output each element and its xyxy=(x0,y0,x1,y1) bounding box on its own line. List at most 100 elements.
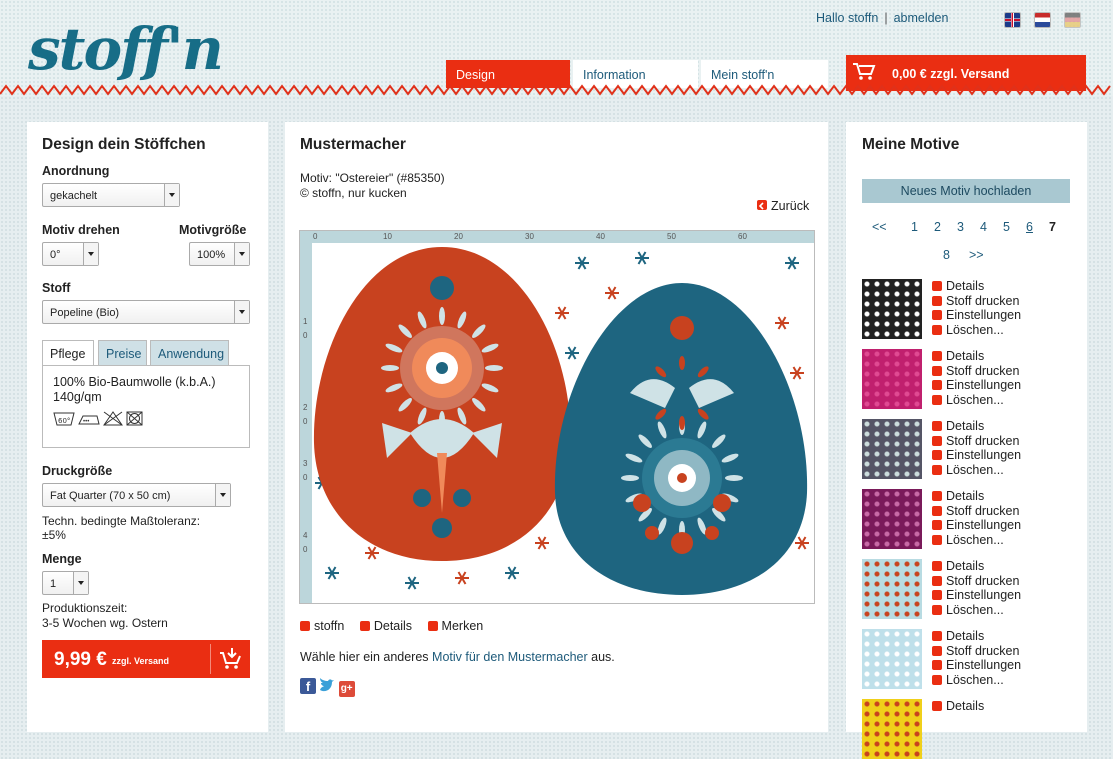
motif-action-label: Löschen... xyxy=(946,322,1004,337)
user-icon xyxy=(300,621,310,631)
motif-actions: Details Stoff drucken Einstellungen Löschen… xyxy=(932,419,1021,477)
motif-action-label: Details xyxy=(946,699,985,713)
motif-thumbnail[interactable] xyxy=(862,629,922,689)
chevron-down-icon xyxy=(73,572,88,594)
facebook-icon[interactable]: f xyxy=(300,678,316,694)
motif-action-link[interactable]: Löschen... xyxy=(932,603,1021,618)
motif-action-label: Stoff drucken xyxy=(946,293,1020,308)
motif-action-link[interactable]: Details xyxy=(932,419,1021,434)
tolerance-value: ±5% xyxy=(42,528,66,542)
motif-action-link[interactable]: Details xyxy=(932,349,1021,364)
back-link[interactable]: Zurück xyxy=(757,199,809,213)
page-link[interactable]: 4 xyxy=(980,220,987,234)
blue-egg xyxy=(554,283,808,595)
ruler-tick: 10 xyxy=(383,232,392,241)
info-icon xyxy=(932,421,942,431)
motif-thumbnail[interactable] xyxy=(862,559,922,619)
motif-action-link[interactable]: Stoff drucken xyxy=(932,574,1021,589)
fabric-select[interactable]: Popeline (Bio) xyxy=(42,300,250,324)
motif-thumbnail[interactable] xyxy=(862,699,922,759)
ruler-tick: 0 xyxy=(303,417,308,426)
pager-prev[interactable]: << xyxy=(872,220,887,234)
user-links: Hallo stoffn | abmelden xyxy=(816,11,948,25)
buy-price: 9,99 € xyxy=(54,649,107,670)
page-link[interactable]: 8 xyxy=(943,248,950,262)
motif-action-link[interactable]: Einstellungen xyxy=(932,518,1021,533)
choose-text-after: aus. xyxy=(587,650,615,664)
motif-thumbnail[interactable] xyxy=(862,349,922,409)
motif-action-label: Stoff drucken xyxy=(946,643,1020,658)
motif-action-link[interactable]: Stoff drucken xyxy=(932,504,1021,519)
motif-action-link[interactable]: Löschen... xyxy=(932,463,1021,478)
page-link[interactable]: 3 xyxy=(957,220,964,234)
motif-action-link[interactable]: Stoff drucken xyxy=(932,294,1021,309)
tab-pflege[interactable]: Pflege xyxy=(42,340,94,366)
current-page: 7 xyxy=(1049,220,1056,234)
motif-action-label: Einstellungen xyxy=(946,378,1022,392)
page-link[interactable]: 5 xyxy=(1003,220,1010,234)
separator: | xyxy=(884,11,888,25)
page-link[interactable]: 1 xyxy=(911,220,918,234)
anordnung-select[interactable]: gekachelt xyxy=(42,183,180,207)
rotate-label: Motiv drehen xyxy=(42,223,120,237)
motif-action-link[interactable]: Löschen... xyxy=(932,533,1021,548)
site-logo[interactable]: stoff'n xyxy=(28,14,224,84)
motif-action-link[interactable]: Einstellungen xyxy=(932,448,1021,463)
page-link[interactable]: 6 xyxy=(1026,220,1033,234)
motif-action-label: Stoff drucken xyxy=(946,363,1020,378)
motif-action-link[interactable]: Einstellungen xyxy=(932,308,1021,323)
motif-actions: Details Stoff drucken Einstellungen Löschen… xyxy=(932,629,1021,687)
motif-action-label: Details xyxy=(946,559,985,573)
motif-thumbnail[interactable] xyxy=(862,489,922,549)
motif-action-link[interactable]: Löschen... xyxy=(932,323,1021,338)
cart-icon xyxy=(853,63,876,80)
logout-link[interactable]: abmelden xyxy=(894,11,949,25)
motif-action-link[interactable]: Details xyxy=(932,559,1021,574)
print-size-select[interactable]: Fat Quarter (70 x 50 cm) xyxy=(42,483,231,507)
page-link[interactable]: 2 xyxy=(934,220,941,234)
motif-actions: Details Stoff drucken Einstellungen Löschen… xyxy=(932,559,1021,617)
print-icon xyxy=(932,645,942,656)
motif-action-label: Löschen... xyxy=(946,392,1004,407)
motif-action-link[interactable]: Einstellungen xyxy=(932,378,1021,393)
motif-action-link[interactable]: Löschen... xyxy=(932,673,1021,688)
ruler-tick: 50 xyxy=(667,232,676,241)
motif-action-link[interactable]: Details xyxy=(932,489,1021,504)
rotate-select[interactable]: 0° xyxy=(42,242,99,266)
details-action[interactable]: Details xyxy=(359,619,412,633)
size-value: 100% xyxy=(197,249,226,261)
upload-motif-button[interactable]: Neues Motiv hochladen xyxy=(862,179,1070,203)
add-to-cart-button[interactable]: 9,99 € zzgl. Versand xyxy=(42,640,250,678)
pattern-preview-canvas[interactable]: 0 10 20 30 40 50 60 1 0 2 0 3 0 4 0 xyxy=(299,230,815,604)
choose-motif-link[interactable]: Motiv für den Mustermacher xyxy=(432,650,588,664)
flag-nl-icon[interactable] xyxy=(1034,12,1051,28)
motif-action-link[interactable]: Details xyxy=(932,699,984,714)
twitter-icon[interactable] xyxy=(319,678,335,694)
motif-thumbnail[interactable] xyxy=(862,419,922,479)
flag-de-icon[interactable] xyxy=(1064,12,1081,28)
google-plus-icon[interactable]: g+ xyxy=(338,681,355,697)
motif-thumbnail[interactable] xyxy=(862,279,922,339)
stoffn-action[interactable]: stoffn xyxy=(300,619,344,633)
quantity-label: Menge xyxy=(42,552,82,566)
tab-anwendung[interactable]: Anwendung xyxy=(150,340,229,366)
motif-action-link[interactable]: Stoff drucken xyxy=(932,364,1021,379)
motif-action-link[interactable]: Einstellungen xyxy=(932,658,1021,673)
motif-action-link[interactable]: Details xyxy=(932,629,1021,644)
tab-preise[interactable]: Preise xyxy=(98,340,147,366)
ruler-top: 0 10 20 30 40 50 60 xyxy=(300,231,814,243)
motif-action-link[interactable]: Einstellungen xyxy=(932,588,1021,603)
merken-action[interactable]: Merken xyxy=(427,619,483,633)
motif-action-link[interactable]: Details xyxy=(932,279,1021,294)
size-select[interactable]: 100% xyxy=(189,242,250,266)
motif-action-link[interactable]: Löschen... xyxy=(932,393,1021,408)
ruler-left: 1 0 2 0 3 0 4 0 xyxy=(300,243,312,603)
flag-uk-icon[interactable] xyxy=(1004,12,1021,28)
motif-action-link[interactable]: Stoff drucken xyxy=(932,644,1021,659)
motif-action-label: Löschen... xyxy=(946,602,1004,617)
pager-next[interactable]: >> xyxy=(969,248,984,262)
quantity-select[interactable]: 1 xyxy=(42,571,89,595)
motif-action-link[interactable]: Stoff drucken xyxy=(932,434,1021,449)
buy-shipping: zzgl. Versand xyxy=(112,656,170,666)
greeting-link[interactable]: Hallo stoffn xyxy=(816,11,878,25)
